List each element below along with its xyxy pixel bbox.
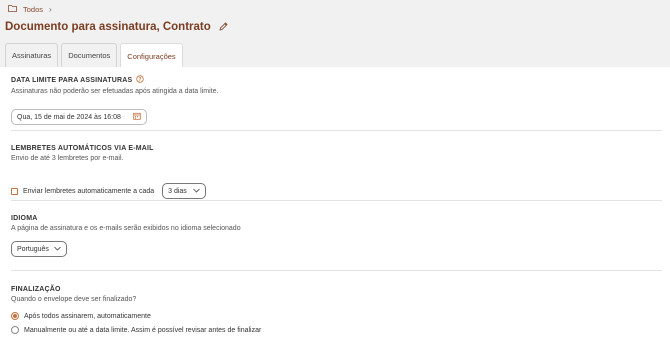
chevron-right-icon: › — [49, 4, 52, 14]
radio-button-selected[interactable] — [11, 312, 19, 320]
breadcrumb-link-todos[interactable]: Todos — [23, 5, 43, 14]
deadline-date-input[interactable]: Qua, 15 de mai de 2024 às 16:08 — [11, 109, 147, 125]
deadline-section: DATA LIMITE PARA ASSINATURAS ? Assinatur… — [11, 75, 662, 125]
breadcrumb: Todos › — [8, 3, 52, 15]
pencil-icon[interactable] — [219, 18, 228, 36]
tab-documentos[interactable]: Documentos — [61, 43, 118, 67]
language-value: Português — [17, 245, 49, 253]
divider — [11, 270, 662, 271]
deadline-date-value: Qua, 15 de mai de 2024 às 16:08 — [17, 113, 121, 121]
finalization-description: Quando o envelope deve ser finalizado? — [11, 296, 137, 303]
reminders-section: LEMBRETES AUTOMÁTICOS VIA E-MAIL Envio d… — [11, 145, 662, 199]
tab-bar: Assinaturas Documentos Configurações — [5, 43, 183, 68]
divider — [11, 200, 662, 201]
reminders-checkbox[interactable] — [11, 187, 18, 195]
divider — [11, 130, 662, 131]
page-title: Documento para assinatura, Contrato — [5, 21, 211, 33]
language-select[interactable]: Português — [11, 241, 67, 257]
radio-button[interactable] — [11, 326, 19, 334]
reminders-checkbox-label: Enviar lembretes automaticamente a cada — [23, 187, 155, 195]
reminders-heading: LEMBRETES AUTOMÁTICOS VIA E-MAIL — [11, 145, 154, 152]
chevron-down-icon — [193, 188, 200, 195]
reminder-interval-value: 3 dias — [168, 187, 187, 195]
finalization-heading: FINALIZAÇÃO — [11, 286, 61, 293]
finalization-option-manual[interactable]: Manualmente ou até a data limite. Assim … — [11, 326, 261, 334]
deadline-description: Assinaturas não poderão ser efetuadas ap… — [11, 88, 219, 95]
settings-panel: DATA LIMITE PARA ASSINATURAS ? Assinatur… — [0, 67, 670, 341]
tab-assinaturas[interactable]: Assinaturas — [5, 43, 59, 67]
info-icon[interactable]: ? — [136, 75, 145, 85]
language-heading: IDIOMA — [11, 215, 38, 222]
tab-configuracoes[interactable]: Configurações — [120, 43, 183, 68]
language-description: A página de assinatura e os e-mails serã… — [11, 225, 241, 232]
finalization-option-auto[interactable]: Após todos assinarem, automaticamente — [11, 312, 151, 320]
finalization-option-label: Após todos assinarem, automaticamente — [24, 312, 151, 320]
folder-icon — [8, 4, 17, 14]
finalization-option-label: Manualmente ou até a data limite. Assim … — [24, 326, 262, 334]
chevron-down-icon — [54, 246, 61, 253]
reminders-description: Envio de até 3 lembretes por e-mail. — [11, 155, 124, 162]
deadline-heading: DATA LIMITE PARA ASSINATURAS — [11, 76, 133, 84]
language-section: IDIOMA A página de assinatura e os e-mai… — [11, 215, 662, 257]
calendar-icon[interactable] — [133, 112, 141, 122]
reminder-interval-select[interactable]: 3 dias — [162, 183, 207, 199]
svg-text:?: ? — [139, 77, 142, 83]
finalization-section: FINALIZAÇÃO Quando o envelope deve ser f… — [11, 286, 662, 334]
